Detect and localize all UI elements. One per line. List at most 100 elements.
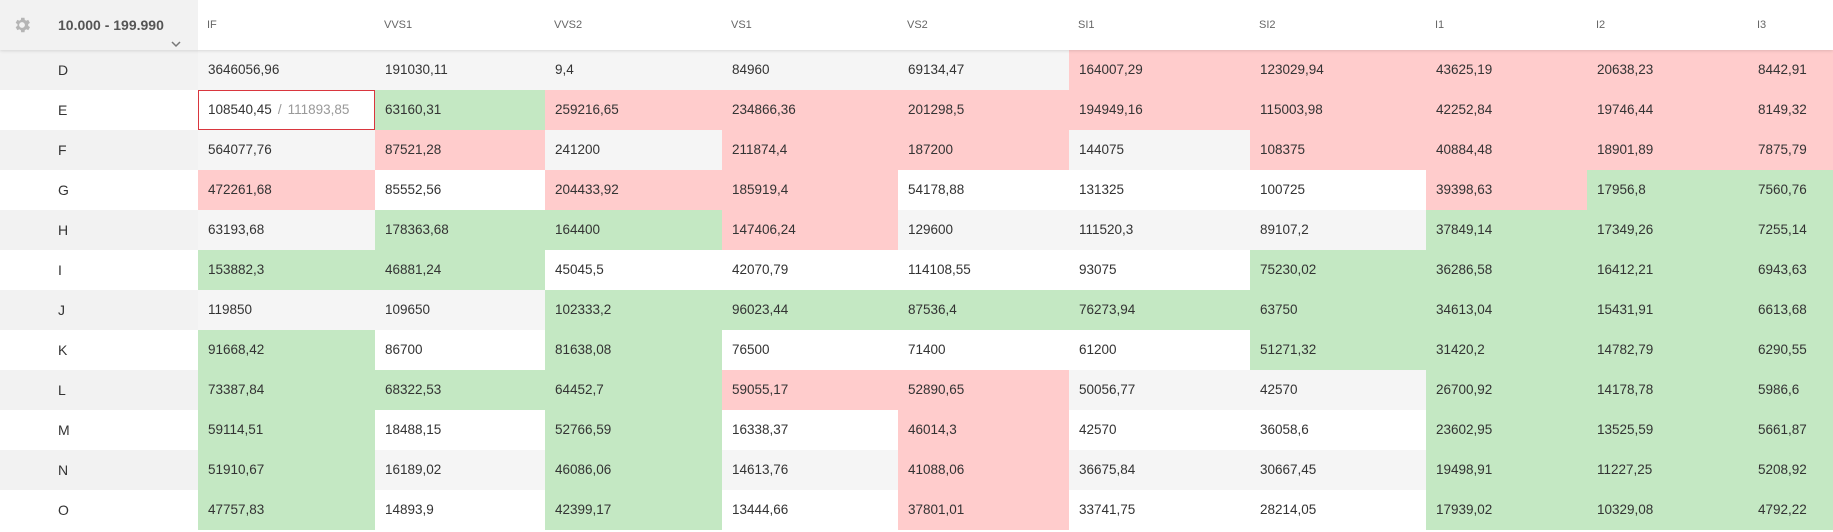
price-cell[interactable]: 42399,17 — [545, 490, 722, 530]
price-cell[interactable]: 164007,29 — [1069, 50, 1250, 90]
price-cell[interactable]: 30667,45 — [1250, 450, 1426, 490]
price-cell[interactable]: 34613,04 — [1426, 290, 1587, 330]
price-cell[interactable]: 20638,23 — [1587, 50, 1748, 90]
price-cell[interactable]: 19746,44 — [1587, 90, 1748, 130]
price-cell[interactable]: 59114,51 — [198, 410, 375, 450]
price-cell[interactable]: 46881,24 — [375, 250, 545, 290]
range-dropdown[interactable]: 10.000 - 199.990 — [58, 0, 182, 50]
price-cell[interactable]: 17956,8 — [1587, 170, 1748, 210]
price-cell[interactable]: 100725 — [1250, 170, 1426, 210]
price-cell[interactable]: 73387,84 — [198, 370, 375, 410]
price-cell[interactable]: 76273,94 — [1069, 290, 1250, 330]
price-cell[interactable]: 16338,37 — [722, 410, 898, 450]
price-cell[interactable]: 87521,28 — [375, 130, 545, 170]
price-cell[interactable]: 33741,75 — [1069, 490, 1250, 530]
column-header-vs1[interactable]: VS1 — [722, 0, 898, 50]
price-cell[interactable]: 37801,01 — [898, 490, 1069, 530]
price-cell[interactable]: 52766,59 — [545, 410, 722, 450]
price-cell[interactable]: 31420,2 — [1426, 330, 1587, 370]
price-cell[interactable]: 47757,83 — [198, 490, 375, 530]
price-cell[interactable]: 17939,02 — [1426, 490, 1587, 530]
price-cell[interactable]: 45045,5 — [545, 250, 722, 290]
price-cell[interactable]: 93075 — [1069, 250, 1250, 290]
price-cell[interactable]: 129600 — [898, 210, 1069, 250]
price-cell[interactable]: 17349,26 — [1587, 210, 1748, 250]
price-cell[interactable]: 115003,98 — [1250, 90, 1426, 130]
price-cell[interactable]: 259216,65 — [545, 90, 722, 130]
price-cell[interactable]: 23602,95 — [1426, 410, 1587, 450]
column-header-vvs2[interactable]: VVS2 — [545, 0, 722, 50]
column-header-i2[interactable]: I2 — [1587, 0, 1748, 50]
price-cell[interactable]: 241200 — [545, 130, 722, 170]
price-cell[interactable]: 201298,5 — [898, 90, 1069, 130]
price-cell[interactable]: 52890,65 — [898, 370, 1069, 410]
price-cell[interactable]: 4792,22 — [1748, 490, 1833, 530]
price-cell[interactable]: 108375 — [1250, 130, 1426, 170]
price-cell[interactable]: 211874,4 — [722, 130, 898, 170]
price-cell[interactable]: 84960 — [722, 50, 898, 90]
price-cell[interactable]: 63193,68 — [198, 210, 375, 250]
price-cell[interactable]: 119850 — [198, 290, 375, 330]
price-cell[interactable]: 9,4 — [545, 50, 722, 90]
price-cell[interactable]: 13525,59 — [1587, 410, 1748, 450]
price-cell[interactable]: 46014,3 — [898, 410, 1069, 450]
price-cell[interactable]: 111520,3 — [1069, 210, 1250, 250]
price-cell[interactable]: 39398,63 — [1426, 170, 1587, 210]
price-cell[interactable]: 43625,19 — [1426, 50, 1587, 90]
price-cell[interactable]: 153882,3 — [198, 250, 375, 290]
price-cell[interactable]: 3646056,96 — [198, 50, 375, 90]
price-cell[interactable]: 76500 — [722, 330, 898, 370]
price-cell[interactable]: 71400 — [898, 330, 1069, 370]
price-cell[interactable]: 194949,16 — [1069, 90, 1250, 130]
price-cell[interactable]: 178363,68 — [375, 210, 545, 250]
price-cell[interactable]: 91668,42 — [198, 330, 375, 370]
price-cell[interactable]: 5986,6 — [1748, 370, 1833, 410]
price-cell[interactable]: 14782,79 — [1587, 330, 1748, 370]
price-cell[interactable]: 8442,91 — [1748, 50, 1833, 90]
price-cell[interactable]: 64452,7 — [545, 370, 722, 410]
column-header-i1[interactable]: I1 — [1426, 0, 1587, 50]
price-cell[interactable]: 59055,17 — [722, 370, 898, 410]
price-cell[interactable]: 191030,11 — [375, 50, 545, 90]
price-cell[interactable]: 14178,78 — [1587, 370, 1748, 410]
price-cell[interactable]: 16189,02 — [375, 450, 545, 490]
price-cell[interactable]: 13444,66 — [722, 490, 898, 530]
price-cell[interactable]: 86700 — [375, 330, 545, 370]
price-cell[interactable]: 185919,4 — [722, 170, 898, 210]
price-cell[interactable]: 7255,14 — [1748, 210, 1833, 250]
column-header-si2[interactable]: SI2 — [1250, 0, 1426, 50]
price-cell[interactable]: 10329,08 — [1587, 490, 1748, 530]
price-cell[interactable]: 14613,76 — [722, 450, 898, 490]
price-cell[interactable]: 42070,79 — [722, 250, 898, 290]
price-cell[interactable]: 164400 — [545, 210, 722, 250]
price-cell[interactable]: 123029,94 — [1250, 50, 1426, 90]
price-cell[interactable]: 18901,89 — [1587, 130, 1748, 170]
price-cell[interactable]: 187200 — [898, 130, 1069, 170]
price-cell[interactable]: 6943,63 — [1748, 250, 1833, 290]
price-cell[interactable]: 68322,53 — [375, 370, 545, 410]
price-cell[interactable]: 69134,47 — [898, 50, 1069, 90]
price-cell-selected[interactable]: 108540,45 / 111893,85 — [198, 90, 375, 130]
price-cell[interactable]: 85552,56 — [375, 170, 545, 210]
price-cell[interactable]: 131325 — [1069, 170, 1250, 210]
price-cell[interactable]: 81638,08 — [545, 330, 722, 370]
price-cell[interactable]: 54178,88 — [898, 170, 1069, 210]
price-cell[interactable]: 147406,24 — [722, 210, 898, 250]
price-cell[interactable]: 50056,77 — [1069, 370, 1250, 410]
price-cell[interactable]: 63160,31 — [375, 90, 545, 130]
price-cell[interactable]: 42252,84 — [1426, 90, 1587, 130]
price-cell[interactable]: 19498,91 — [1426, 450, 1587, 490]
gear-icon[interactable] — [12, 15, 32, 35]
price-cell[interactable]: 14893,9 — [375, 490, 545, 530]
price-cell[interactable]: 26700,92 — [1426, 370, 1587, 410]
price-cell[interactable]: 564077,76 — [198, 130, 375, 170]
price-cell[interactable]: 7875,79 — [1748, 130, 1833, 170]
price-cell[interactable]: 11227,25 — [1587, 450, 1748, 490]
price-cell[interactable]: 144075 — [1069, 130, 1250, 170]
column-header-vs2[interactable]: VS2 — [898, 0, 1069, 50]
price-cell[interactable]: 114108,55 — [898, 250, 1069, 290]
price-cell[interactable]: 36675,84 — [1069, 450, 1250, 490]
price-cell[interactable]: 89107,2 — [1250, 210, 1426, 250]
price-cell[interactable]: 8149,32 — [1748, 90, 1833, 130]
price-cell[interactable]: 40884,48 — [1426, 130, 1587, 170]
